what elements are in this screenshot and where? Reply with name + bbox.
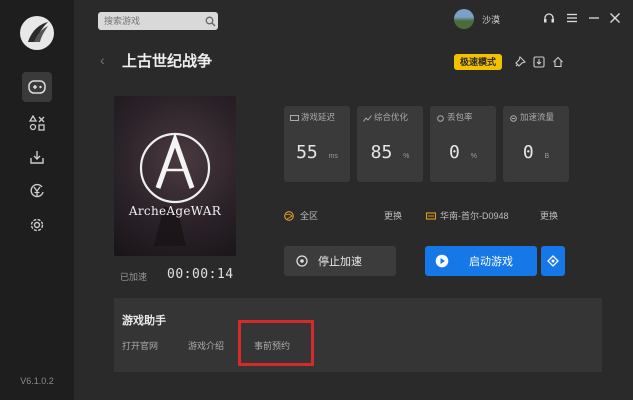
stat-traffic-unit: B (544, 153, 550, 160)
nav-download-icon[interactable] (22, 144, 52, 170)
stat-latency-label: 游戏延迟 (301, 112, 336, 122)
stat-optimization-value: 85 (370, 142, 393, 163)
home-icon[interactable] (552, 55, 564, 73)
traffic-icon (509, 114, 518, 123)
location-target-icon (547, 255, 559, 267)
play-icon (435, 254, 449, 268)
stat-traffic-label: 加速流量 (520, 112, 555, 122)
chart-icon (363, 114, 372, 123)
stat-traffic: 加速流量 0 B (503, 106, 569, 182)
headset-support-icon[interactable] (543, 11, 555, 29)
nav-recharge-icon[interactable] (22, 178, 52, 204)
main-panel: 沙漠 ‹ 上古世纪战争 极速模式 ArcheAgeWAR 已加速 00:00:1… (74, 0, 633, 400)
game-helper-panel: 游戏助手 打开官网 游戏介绍 事前预约 (114, 298, 602, 372)
helper-link-official-site[interactable]: 打开官网 (122, 339, 158, 352)
packet-icon (436, 114, 445, 123)
location-pin-button[interactable] (541, 246, 565, 276)
close-icon[interactable] (609, 11, 621, 29)
server-label: 华南-首尔-D0948 (440, 211, 509, 221)
stat-optimization-label: 综合优化 (374, 112, 409, 122)
download-icon[interactable] (533, 55, 545, 73)
helper-link-game-intro[interactable]: 游戏介绍 (188, 339, 224, 352)
start-game-label: 启动游戏 (469, 256, 513, 268)
stat-latency: 游戏延迟 55 ms (284, 106, 350, 182)
nav-tools-icon[interactable] (22, 110, 52, 136)
zone-label: 全区 (300, 211, 319, 221)
globe-icon (284, 208, 294, 226)
username[interactable]: 沙漠 (482, 13, 500, 26)
search-icon[interactable] (205, 14, 216, 32)
stat-latency-value: 55 (296, 142, 318, 163)
pin-icon[interactable] (514, 55, 527, 73)
stat-packet-loss-label: 丢包率 (447, 112, 473, 122)
cover-title: ArcheAgeWAR (128, 204, 222, 218)
game-cover-image: ArcheAgeWAR (114, 96, 236, 256)
timer-label: 已加速 (120, 272, 148, 282)
change-server-link[interactable]: 更换 (540, 209, 558, 222)
speed-mode-badge[interactable]: 极速模式 (454, 54, 503, 70)
start-game-button[interactable]: 启动游戏 (425, 246, 537, 276)
app-version: V6.1.0.2 (20, 376, 54, 386)
nav-games-icon[interactable] (22, 72, 52, 102)
helper-title: 游戏助手 (122, 315, 166, 327)
highlight-annotation-box (238, 320, 314, 366)
sidebar: V6.1.0.2 (0, 0, 74, 400)
stat-optimization-unit: % (403, 153, 410, 160)
app-logo (20, 16, 54, 50)
timer-value: 00:00:14 (167, 267, 234, 282)
nav-settings-gear-icon[interactable] (22, 212, 52, 238)
back-chevron-icon[interactable]: ‹ (100, 52, 105, 68)
monitor-icon (290, 114, 299, 122)
stat-packet-loss: 丢包率 0 % (430, 106, 496, 182)
stat-traffic-value: 0 (522, 142, 534, 163)
menu-icon[interactable] (566, 11, 578, 29)
stop-circle-icon (296, 255, 308, 267)
search-input[interactable] (98, 12, 218, 30)
game-title: 上古世纪战争 (122, 53, 213, 70)
minimize-icon[interactable] (588, 11, 600, 29)
stat-packet-loss-unit: % (470, 153, 477, 160)
stop-acceleration-button[interactable]: 停止加速 (284, 246, 396, 276)
avatar[interactable] (454, 9, 474, 29)
change-zone-link[interactable]: 更换 (384, 209, 402, 222)
stat-packet-loss-value: 0 (449, 142, 460, 163)
server-icon (425, 208, 437, 226)
stat-optimization: 综合优化 85 % (357, 106, 423, 182)
stat-latency-unit: ms (328, 153, 338, 160)
stop-acceleration-label: 停止加速 (318, 256, 362, 268)
